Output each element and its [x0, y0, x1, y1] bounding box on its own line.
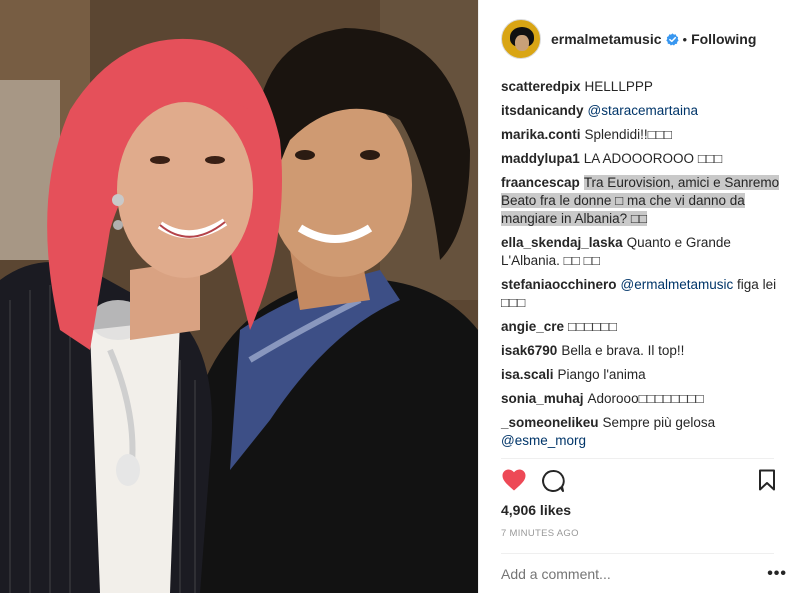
list-item: isa.scali Piango l'anima	[501, 366, 783, 384]
post-timestamp[interactable]: 7 MINUTES AGO	[501, 528, 579, 539]
comments-list: scatteredpix HELLLPPP itsdanicandy @starac…	[501, 78, 783, 456]
header-separator: •	[682, 31, 688, 47]
comment-username[interactable]: isak6790	[501, 343, 557, 358]
comment-username[interactable]: ella_skendaj_laska	[501, 235, 623, 250]
comment-username[interactable]: scatteredpix	[501, 79, 581, 94]
comment-icon[interactable]	[541, 469, 565, 493]
photo-illustration	[0, 0, 478, 593]
comment-username[interactable]: _someonelikeu	[501, 415, 599, 430]
comment-username[interactable]: fraancescap	[501, 175, 580, 190]
comment-username[interactable]: angie_cre	[501, 319, 564, 334]
post-side-panel: ermalmetamusic • Following scatteredpix H…	[478, 0, 795, 593]
list-item: isak6790 Bella e brava. Il top!!	[501, 342, 783, 360]
avatar-face	[515, 35, 529, 51]
list-item: stefaniaocchinero @ermalmetamusic figa le…	[501, 276, 783, 312]
comment-username[interactable]: maddylupa1	[501, 151, 580, 166]
comment-mention[interactable]: @staracemartaina	[588, 103, 699, 118]
comment-text: Bella e brava. Il top!!	[561, 343, 685, 358]
list-item: _someonelikeu Sempre più gelosa @esme_morg	[501, 414, 783, 450]
list-item: marika.conti Splendidi!!□□□	[501, 126, 783, 144]
comment-text: Piango l'anima	[557, 367, 646, 382]
list-item: scatteredpix HELLLPPP	[501, 78, 783, 96]
list-item: sonia_muhaj Adorooo□□□□□□□□	[501, 390, 783, 408]
comment-mention[interactable]: @ermalmetamusic	[621, 277, 734, 292]
comment-mention[interactable]: @esme_morg	[501, 433, 586, 448]
more-options-icon[interactable]: •••	[767, 565, 787, 583]
bookmark-icon[interactable]	[758, 469, 776, 491]
comment-username[interactable]: itsdanicandy	[501, 103, 584, 118]
comment-username[interactable]: stefaniaocchinero	[501, 277, 617, 292]
username-link[interactable]: ermalmetamusic	[551, 31, 662, 47]
comment-text: Adorooo□□□□□□□□	[587, 391, 704, 406]
list-item: maddylupa1 LA ADOOOROOO □□□	[501, 150, 783, 168]
comment-username[interactable]: isa.scali	[501, 367, 554, 382]
divider	[501, 458, 774, 459]
verified-icon	[665, 32, 679, 46]
post-actions	[501, 468, 776, 496]
comment-text: □□□□□□	[568, 319, 617, 334]
likes-count[interactable]: 4,906 likes	[501, 502, 571, 518]
list-item: ella_skendaj_laska Quanto e Grande L'Alba…	[501, 234, 783, 270]
divider	[501, 553, 774, 554]
avatar[interactable]	[501, 19, 541, 59]
list-item: fraancescap Tra Eurovision, amici e Sanre…	[501, 174, 783, 228]
list-item: itsdanicandy @staracemartaina	[501, 102, 783, 120]
list-item: angie_cre □□□□□□	[501, 318, 783, 336]
comment-text: Sempre più gelosa	[602, 415, 716, 430]
following-button[interactable]: Following	[691, 31, 756, 47]
heart-icon[interactable]	[501, 468, 527, 492]
comment-text: LA ADOOOROOO □□□	[583, 151, 723, 166]
post-header: ermalmetamusic • Following	[479, 0, 795, 78]
post-photo[interactable]	[0, 0, 478, 593]
comment-username[interactable]: marika.conti	[501, 127, 581, 142]
comment-input[interactable]	[501, 566, 741, 582]
comment-text: Splendidi!!□□□	[584, 127, 673, 142]
comment-username[interactable]: sonia_muhaj	[501, 391, 584, 406]
comment-text: HELLLPPP	[584, 79, 653, 94]
